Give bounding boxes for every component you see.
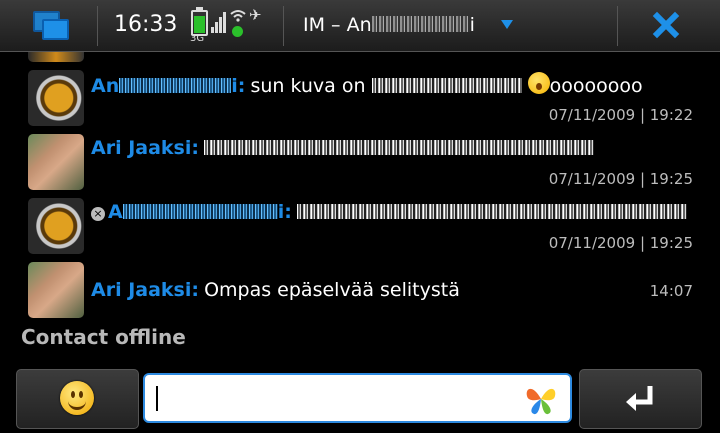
- divider: [283, 6, 284, 46]
- message-item: An i: sun kuva on oooooooo 07/11/2009 | 1…: [28, 70, 698, 126]
- signal-icon: [211, 11, 227, 33]
- sender-name: Ari Jaaksi:: [91, 279, 199, 301]
- avatar: [28, 70, 84, 126]
- message-input[interactable]: [143, 373, 572, 423]
- title-text-end: i: [469, 14, 475, 36]
- timestamp: 07/11/2009 | 19:25: [548, 234, 693, 252]
- surprised-emoji-icon: [527, 72, 550, 94]
- presence-icon: [232, 26, 243, 37]
- message-item: × Ai: 07/11/2009 | 19:25: [28, 198, 698, 254]
- enter-icon: [626, 386, 653, 411]
- sender-name: Ai:: [108, 201, 292, 223]
- wifi-icon: [230, 10, 246, 22]
- message-item: Ari Jaaksi: Ompas epäselvää selitystä 14…: [28, 262, 698, 318]
- send-button[interactable]: [579, 369, 702, 429]
- conversation-title[interactable]: IM – An i: [303, 14, 475, 36]
- blurred-message-text: [296, 204, 687, 219]
- timestamp: 07/11/2009 | 19:25: [548, 170, 693, 188]
- butterfly-icon[interactable]: [523, 382, 559, 416]
- avatar: [28, 52, 84, 62]
- sender-name: An i:: [91, 75, 246, 97]
- text-caret: [156, 386, 158, 411]
- smiley-button[interactable]: [16, 369, 139, 429]
- avatar: [28, 262, 84, 318]
- task-switcher-icon[interactable]: [33, 11, 69, 41]
- satellite-icon: ✈: [249, 6, 262, 24]
- dropdown-arrow-icon[interactable]: [501, 20, 513, 29]
- divider: [97, 6, 98, 46]
- offline-status-icon: ×: [91, 207, 105, 221]
- network-type: 3G: [190, 33, 205, 44]
- status-bar: 16:33 3G ✈ IM – An i: [0, 0, 720, 52]
- message-text: sun kuva on oooooooo: [250, 72, 643, 97]
- blurred-message-text: [204, 140, 595, 155]
- message-item: Ari Jaaksi: 07/11/2009 | 19:25: [28, 134, 698, 190]
- sender-name: Ari Jaaksi:: [91, 137, 199, 159]
- smiley-icon: [60, 381, 94, 415]
- close-icon[interactable]: [651, 10, 681, 40]
- timestamp: 07/11/2009 | 19:22: [548, 106, 693, 124]
- contact-status: Contact offline: [21, 325, 186, 349]
- avatar: [28, 198, 84, 254]
- title-text: IM – An: [303, 14, 372, 36]
- divider: [617, 6, 618, 46]
- blurred-name: [371, 16, 470, 32]
- timestamp: 14:07: [649, 282, 693, 300]
- clock: 16:33: [114, 12, 178, 37]
- avatar: [28, 134, 84, 190]
- message-text: Ompas epäselvää selitystä: [204, 279, 460, 301]
